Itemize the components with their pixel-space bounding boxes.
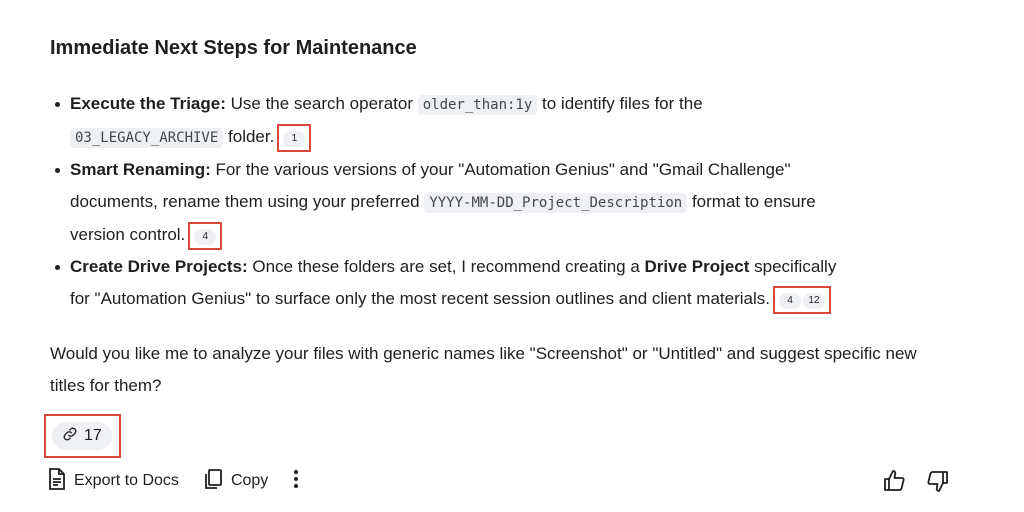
- bullet-line: Execute the Triage: Use the search opera…: [70, 88, 950, 121]
- inline-code: older_than:1y: [417, 95, 538, 115]
- more-options-button[interactable]: [292, 468, 300, 495]
- citation-chip[interactable]: 1: [283, 130, 306, 147]
- bullet-text: folder.: [223, 127, 275, 146]
- list-item-triage: Execute the Triage: Use the search opera…: [50, 88, 950, 154]
- bullet-bold-text: Drive Project: [644, 257, 750, 276]
- sources-button[interactable]: 17: [52, 422, 112, 450]
- thumbs-down-icon[interactable]: [926, 469, 950, 493]
- list-item-drive-projects: Create Drive Projects: Once these folder…: [50, 251, 950, 315]
- bullet-text: documents, rename them using your prefer…: [70, 192, 425, 211]
- follow-up-question: Would you like me to analyze your files …: [50, 344, 917, 395]
- bullet-text: for "Automation Genius" to surface only …: [70, 289, 770, 308]
- sources-highlight: 17: [44, 414, 121, 458]
- bullet-title: Execute the Triage:: [70, 94, 226, 113]
- citation-chip[interactable]: 4: [778, 292, 801, 309]
- bullet-text: For the various versions of your "Automa…: [210, 160, 791, 179]
- more-vertical-icon: [292, 468, 300, 495]
- export-to-docs-button[interactable]: Export to Docs: [48, 467, 179, 495]
- section-heading: Immediate Next Steps for Maintenance: [50, 37, 417, 59]
- bullet-line: Smart Renaming: For the various versions…: [70, 154, 950, 186]
- copy-button[interactable]: Copy: [203, 468, 268, 495]
- bullet-text: to identify files for the: [537, 94, 703, 113]
- citation-chip[interactable]: 4: [194, 228, 217, 245]
- bullet-text: specifically: [749, 257, 837, 276]
- bullet-line: Create Drive Projects: Once these folder…: [70, 251, 950, 283]
- sources-count: 17: [84, 427, 102, 444]
- thumbs-up-icon[interactable]: [882, 469, 906, 493]
- response-toolbar: Export to Docs Copy: [48, 466, 300, 496]
- citation-chip[interactable]: 12: [802, 292, 825, 309]
- document-icon: [48, 467, 66, 495]
- copy-icon: [203, 468, 223, 495]
- copy-label: Copy: [230, 472, 269, 489]
- citation-group: 4: [188, 221, 223, 250]
- bullet-title: Smart Renaming:: [70, 160, 211, 179]
- link-icon: [62, 426, 78, 447]
- feedback-buttons: [882, 466, 950, 496]
- inline-code: YYYY-MM-DD_Project_Description: [424, 193, 688, 213]
- bullet-text: format to ensure: [687, 192, 816, 211]
- bullet-text: Once these folders are set, I recommend …: [247, 257, 645, 276]
- citation-group: 4 12: [772, 285, 831, 314]
- bullet-text: Use the search operator: [225, 94, 418, 113]
- list-item-renaming: Smart Renaming: For the various versions…: [50, 154, 950, 251]
- export-label: Export to Docs: [74, 472, 179, 489]
- citation-group: 1: [277, 123, 312, 152]
- bullet-line: 03_LEGACY_ARCHIVE folder. 1: [70, 121, 950, 154]
- bullet-line: for "Automation Genius" to surface only …: [70, 283, 950, 315]
- bullet-line: documents, rename them using your prefer…: [70, 186, 950, 219]
- bullet-line: version control. 4: [70, 219, 950, 251]
- bullet-title: Create Drive Projects:: [70, 257, 248, 276]
- inline-code: 03_LEGACY_ARCHIVE: [70, 128, 224, 148]
- next-steps-list: Execute the Triage: Use the search opera…: [50, 88, 950, 315]
- bullet-text: version control.: [70, 225, 186, 244]
